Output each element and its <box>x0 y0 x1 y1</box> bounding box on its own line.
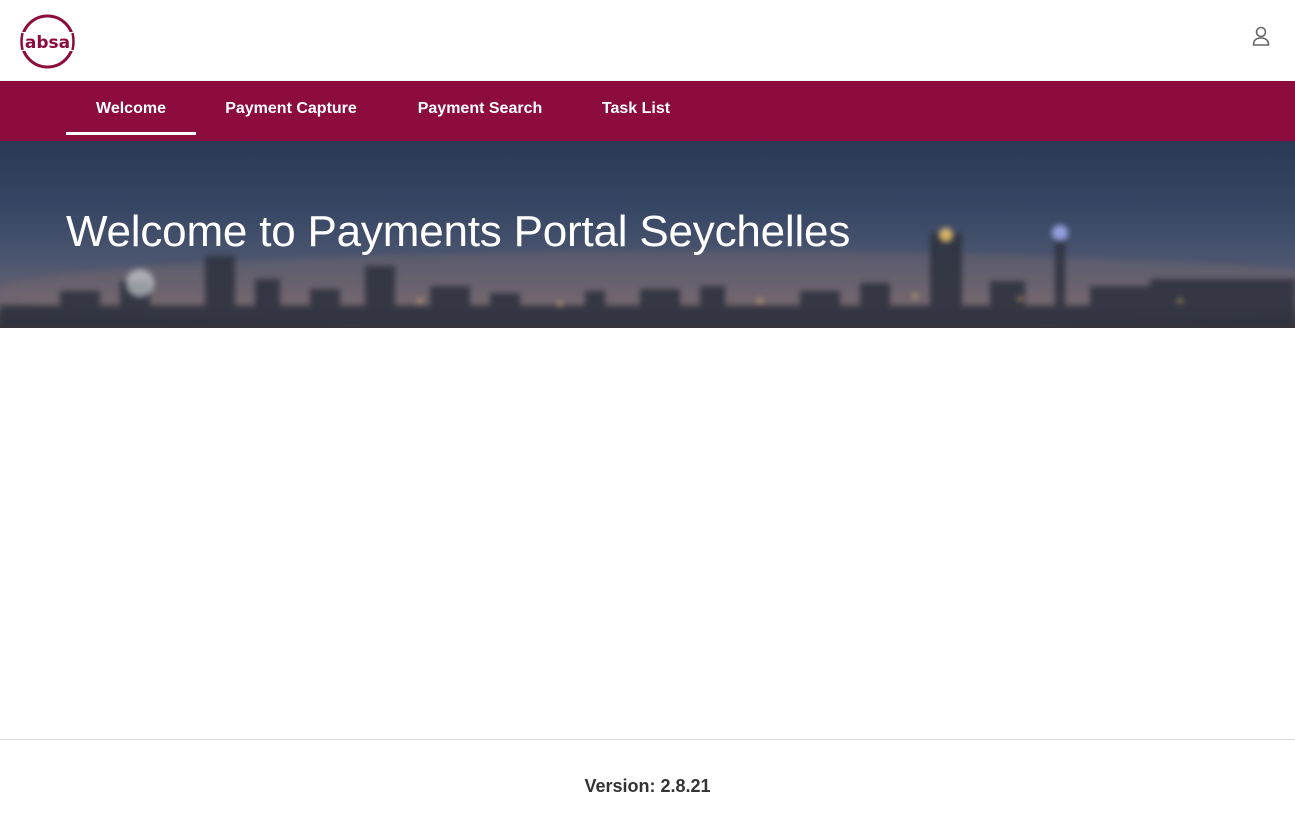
top-header: absa <box>0 0 1295 81</box>
main-nav: Welcome Payment Capture Payment Search T… <box>0 81 1295 141</box>
tab-task-list[interactable]: Task List <box>592 81 680 141</box>
user-profile-button[interactable] <box>1250 25 1272 47</box>
tab-welcome[interactable]: Welcome <box>66 81 196 141</box>
absa-logo[interactable]: absa <box>19 13 76 70</box>
footer-divider <box>0 739 1295 740</box>
page-title: Welcome to Payments Portal Seychelles <box>66 207 851 256</box>
hero-banner: Welcome to Payments Portal Seychelles <box>0 141 1295 328</box>
tab-payment-search[interactable]: Payment Search <box>405 81 555 141</box>
logo-text: absa <box>25 33 70 53</box>
tab-payment-capture[interactable]: Payment Capture <box>212 81 370 141</box>
version-label: Version: 2.8.21 <box>584 776 711 796</box>
page: absa Welcome Payment Capture Payment Sea… <box>0 0 1295 834</box>
user-icon <box>1252 26 1270 46</box>
